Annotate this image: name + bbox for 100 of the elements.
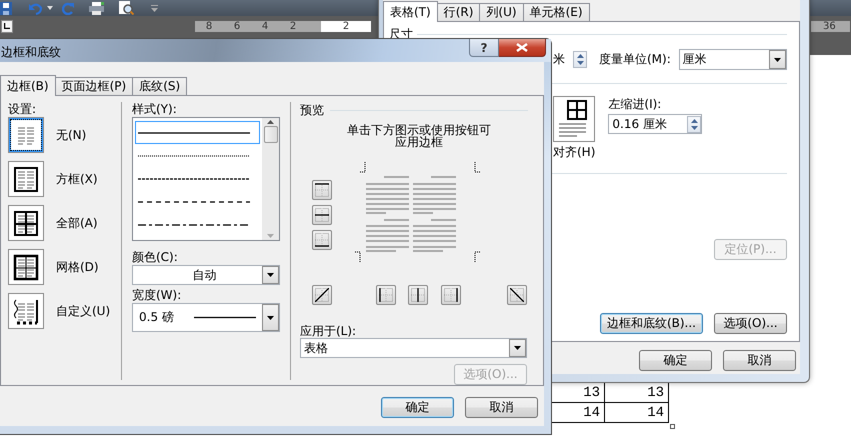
diagonal-up-border-button[interactable] (312, 285, 332, 305)
tab[interactable]: 行(R) (436, 3, 480, 21)
ruler-number: 8 (206, 20, 212, 32)
section-label: 预览 (300, 102, 324, 119)
dropdown-arrow-icon (267, 273, 274, 277)
setting-option[interactable] (8, 205, 44, 241)
print-preview-icon[interactable] (119, 1, 134, 15)
ruler-number: 2 (342, 20, 350, 32)
right-border-button[interactable] (441, 285, 461, 305)
spinner-button[interactable] (687, 116, 702, 132)
tab[interactable]: 列(U) (479, 3, 524, 21)
tab-stop-selector[interactable] (1, 20, 13, 32)
ruler-number: 6 (234, 20, 240, 32)
field-label: 颜色(C): (132, 250, 179, 264)
table-resize-handle[interactable] (670, 424, 675, 429)
setting-label: 无(N) (56, 126, 86, 144)
ok-button[interactable]: 确定 (639, 350, 712, 371)
customize-caret-icon[interactable] (151, 4, 158, 12)
tab[interactable]: 页面边框(P) (54, 77, 134, 95)
setting-label: 网格(D) (56, 258, 99, 276)
ruler-number: 2 (290, 20, 296, 32)
dropdown-arrow-icon (267, 316, 274, 320)
inside-horizontal-border-button[interactable] (312, 205, 332, 225)
spinner-button[interactable] (573, 51, 587, 68)
window-title: 边框和底纹 (0, 44, 62, 61)
color-dropdown[interactable]: 自动 (132, 265, 280, 285)
scrollbar-thumb[interactable] (264, 126, 278, 142)
tab-stop-icon (4, 23, 10, 29)
border-line-icon (315, 183, 329, 197)
border-line-icon (379, 288, 393, 302)
field-label: 宽度(W): (132, 288, 182, 302)
caret-icon[interactable] (47, 6, 53, 10)
section-label: 设置: (8, 102, 38, 116)
line-style-option[interactable] (135, 121, 260, 144)
indent-field[interactable]: 0.16 厘米 (608, 114, 702, 134)
border-all-icon (12, 209, 40, 237)
unit-dropdown[interactable]: 厘米 (678, 49, 787, 70)
up-down-arrows-icon (576, 53, 584, 66)
tab[interactable]: 表格(T) (383, 1, 438, 22)
setting-label: 自定义(U) (56, 302, 110, 320)
dropdown-arrow-button[interactable] (262, 304, 279, 331)
tab[interactable]: 边框(B) (0, 75, 56, 96)
field-label: 左缩进(I): (608, 96, 662, 113)
setting-option[interactable] (8, 293, 44, 329)
ruler-number: 4 (262, 20, 268, 32)
cancel-button[interactable]: 取消 (465, 397, 538, 418)
close-icon (516, 43, 528, 52)
apply-to-dropdown[interactable]: 表格 (300, 338, 527, 358)
border-line-icon (444, 288, 458, 302)
inside-vertical-border-button[interactable] (408, 285, 428, 305)
border-line-icon (315, 288, 329, 302)
tab[interactable]: 底纹(S) (132, 77, 188, 95)
tab[interactable]: 单元格(E) (522, 3, 590, 21)
border-line-icon (315, 208, 329, 222)
setting-label: 全部(A) (56, 214, 98, 232)
dropdown-arrow-icon (514, 346, 521, 350)
dropdown-arrow-button[interactable] (769, 50, 786, 69)
up-down-arrows-icon (690, 118, 699, 130)
borders-shading-button[interactable]: 边框和底纹(B)... (600, 313, 703, 334)
dropdown-arrow-icon (774, 58, 781, 62)
preview-hint: 应用边框 (395, 136, 443, 148)
alignment-option[interactable] (553, 96, 596, 142)
border-box-icon (12, 165, 40, 193)
width-unit-text: 米 (553, 51, 565, 68)
diagonal-down-border-button[interactable] (507, 285, 527, 305)
line-style-list[interactable] (132, 117, 280, 241)
border-line-icon (411, 288, 425, 302)
table-cell: 14 (604, 402, 668, 422)
preview-hint: 单击下方图示或使用按钮可 (347, 124, 491, 136)
scroll-up-arrow-icon[interactable] (267, 120, 274, 124)
field-label: 度量单位(M): (599, 51, 672, 68)
ok-button[interactable]: 确定 (381, 397, 454, 418)
ruler-number: 36 (823, 20, 836, 32)
help-button[interactable]: ? (469, 39, 499, 57)
bottom-border-button[interactable] (312, 230, 332, 250)
border-line-icon (510, 288, 524, 302)
border-line-icon (315, 233, 329, 247)
cancel-button[interactable]: 取消 (723, 350, 796, 371)
save-icon[interactable] (0, 2, 12, 14)
horizontal-ruler[interactable]: 36 (811, 20, 850, 32)
field-label: 应用于(L): (300, 324, 358, 338)
left-border-button[interactable] (376, 285, 396, 305)
width-dropdown[interactable]: 0.5 磅 (132, 303, 280, 332)
setting-label: 方框(X) (56, 170, 98, 188)
option-label: 对齐(H) (553, 144, 596, 161)
field-label: 样式(Y): (132, 102, 178, 116)
setting-option[interactable] (8, 249, 44, 285)
top-border-button[interactable] (312, 180, 332, 200)
setting-option[interactable] (8, 117, 44, 153)
dropdown-arrow-button[interactable] (509, 339, 526, 357)
border-custom-icon (12, 297, 40, 325)
close-button[interactable] (499, 39, 546, 57)
print-icon[interactable] (89, 2, 104, 14)
dropdown-arrow-button[interactable] (262, 266, 279, 284)
border-grid-icon (12, 253, 40, 281)
setting-option[interactable] (8, 161, 44, 197)
line-sample (194, 316, 256, 319)
table-left-align-icon (559, 99, 590, 139)
scrollbar[interactable] (262, 118, 279, 240)
options-button[interactable]: 选项(O)... (714, 313, 787, 334)
